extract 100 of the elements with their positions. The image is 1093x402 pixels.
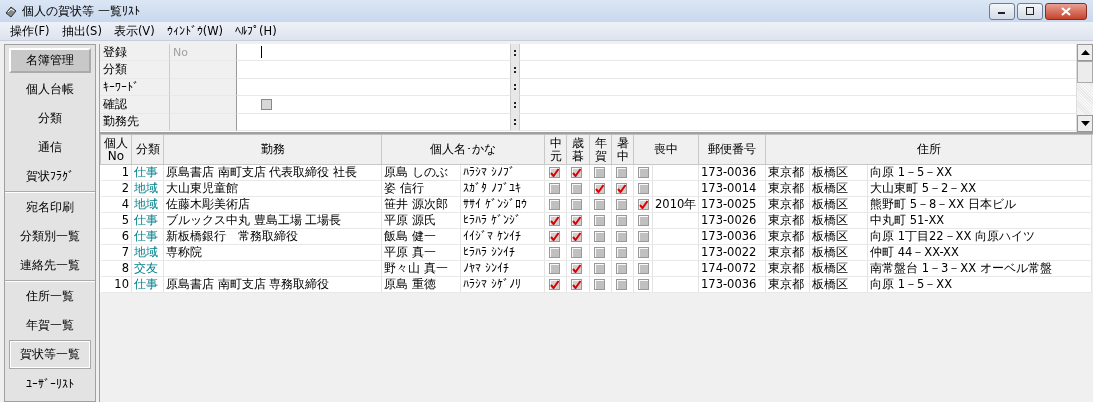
table-cell: 東京都 [768, 277, 804, 291]
sidebar-button[interactable]: 個人台帳 [9, 75, 91, 104]
scrollbar-thumb[interactable] [1077, 61, 1093, 83]
checkbox[interactable] [549, 263, 560, 274]
menu-item[interactable]: 抽出(S) [57, 23, 110, 39]
checkbox[interactable] [594, 215, 605, 226]
sidebar-button[interactable]: 通信 [9, 133, 91, 162]
sidebar-button[interactable]: 年賀一覧 [9, 311, 91, 340]
column-header[interactable]: 歳暮 [566, 135, 590, 165]
menu-item[interactable]: 表示(V) [109, 23, 163, 39]
table-cell: 原島書店 南町支店 代表取締役 社長 [166, 165, 357, 179]
checkbox[interactable] [638, 167, 649, 178]
checkbox[interactable] [571, 167, 582, 178]
column-header[interactable]: 個人No [100, 135, 132, 165]
table-cell: 仲町 44－XX-XX [870, 245, 959, 259]
checkbox[interactable] [638, 215, 649, 226]
table-cell: 東京都 [768, 197, 804, 211]
table-cell: 交友 [134, 261, 158, 275]
menu-item[interactable]: ｳｨﾝﾄﾞｳ(W) [162, 24, 232, 38]
checkbox[interactable] [638, 183, 649, 194]
sidebar-button[interactable]: 宛名印刷 [9, 193, 91, 222]
checkbox[interactable] [261, 98, 272, 110]
separator-label: : [513, 64, 517, 76]
checkbox[interactable] [549, 167, 560, 178]
checkbox[interactable] [616, 263, 627, 274]
table-cell: 板橋区 [812, 181, 848, 195]
scrollbar[interactable] [1076, 44, 1093, 132]
table-cell: 向原 1－5－XX [870, 277, 953, 291]
menu-item[interactable]: 操作(F) [6, 23, 58, 39]
table-cell: ﾋﾗﾊﾗ ｼﾝｲﾁ [463, 245, 515, 259]
table-cell: 173-0036 [701, 229, 757, 243]
checkbox[interactable] [616, 167, 627, 178]
sidebar-button[interactable]: 名簿管理 [9, 48, 91, 73]
column-header[interactable]: 中元 [544, 135, 567, 165]
table-cell: 板橋区 [812, 165, 848, 179]
form-cell [170, 61, 237, 79]
checkbox[interactable] [571, 231, 582, 242]
sidebar-button[interactable]: ﾕｰｻﾞｰﾘｽﾄ [9, 369, 91, 398]
checkbox[interactable] [571, 183, 582, 194]
table-cell: 南常盤台 1－3－XX オーベル常盤 [870, 261, 1052, 275]
field-label: 登録 [100, 44, 170, 62]
checkbox[interactable] [571, 247, 582, 258]
sidebar-button[interactable]: 住所一覧 [9, 282, 91, 311]
column-header[interactable]: 分類 [131, 135, 164, 165]
close-button[interactable] [1045, 2, 1087, 20]
sidebar-button[interactable]: 賀状ﾌﾗｸﾞ [9, 162, 91, 191]
sidebar-button[interactable]: 分類別一覧 [9, 222, 91, 251]
column-header[interactable]: 個人名･かな [381, 135, 545, 165]
arrow-up-icon [1080, 50, 1090, 55]
table-cell: ﾊﾗｼﾏ ｼﾉﾌﾞ [463, 165, 515, 179]
checkbox[interactable] [571, 279, 582, 290]
checkbox[interactable] [638, 263, 649, 274]
checkbox[interactable] [638, 199, 649, 210]
checkbox[interactable] [616, 247, 627, 258]
checkbox[interactable] [616, 231, 627, 242]
checkbox[interactable] [549, 247, 560, 258]
checkbox[interactable] [638, 231, 649, 242]
checkbox[interactable] [638, 247, 649, 258]
table-cell: 173-0022 [701, 245, 757, 259]
checkbox[interactable] [616, 279, 627, 290]
column-header[interactable]: 勤務 [163, 135, 382, 165]
table-cell: 173-0036 [701, 165, 757, 179]
sidebar-button[interactable]: 分類 [9, 104, 91, 133]
checkbox[interactable] [594, 231, 605, 242]
checkbox[interactable] [594, 183, 605, 194]
sidebar-button[interactable]: 賀状等一覧 [9, 340, 91, 369]
checkbox[interactable] [571, 215, 582, 226]
checkbox[interactable] [549, 183, 560, 194]
text-field[interactable] [237, 44, 511, 62]
maximize-button[interactable] [1017, 2, 1043, 20]
table-cell: 仕事 [134, 229, 158, 243]
table-cell: 173-0014 [701, 181, 757, 195]
menu-item[interactable]: ﾍﾙﾌﾟ(H) [231, 24, 285, 38]
column-header[interactable]: 年賀 [589, 135, 612, 165]
column-header[interactable]: 住所 [765, 135, 1092, 165]
checkbox[interactable] [549, 279, 560, 290]
checkbox[interactable] [549, 199, 560, 210]
checkbox[interactable] [549, 231, 560, 242]
column-header[interactable]: 暑中 [611, 135, 634, 165]
checkbox[interactable] [616, 199, 627, 210]
checkbox[interactable] [594, 247, 605, 258]
checkbox[interactable] [616, 215, 627, 226]
column-header[interactable]: 郵便番号 [698, 135, 766, 165]
table-cell: 6 [121, 229, 129, 243]
checkbox[interactable] [594, 199, 605, 210]
checkbox[interactable] [594, 279, 605, 290]
checkbox[interactable] [549, 215, 560, 226]
minimize-button[interactable] [989, 2, 1015, 20]
checkbox[interactable] [594, 167, 605, 178]
checkbox[interactable] [638, 279, 649, 290]
table-cell: 大山東児童館 [166, 181, 238, 195]
column-header[interactable]: 喪中 [633, 135, 699, 165]
checkbox[interactable] [616, 183, 627, 194]
table-cell: 平原 源氏 [384, 213, 436, 227]
sidebar-button[interactable]: 連絡先一覧 [9, 251, 91, 280]
checkbox[interactable] [594, 263, 605, 274]
table-cell: 向原 1－5－XX [870, 165, 953, 179]
table-cell: 1 [121, 165, 129, 179]
checkbox[interactable] [571, 263, 582, 274]
checkbox[interactable] [571, 199, 582, 210]
